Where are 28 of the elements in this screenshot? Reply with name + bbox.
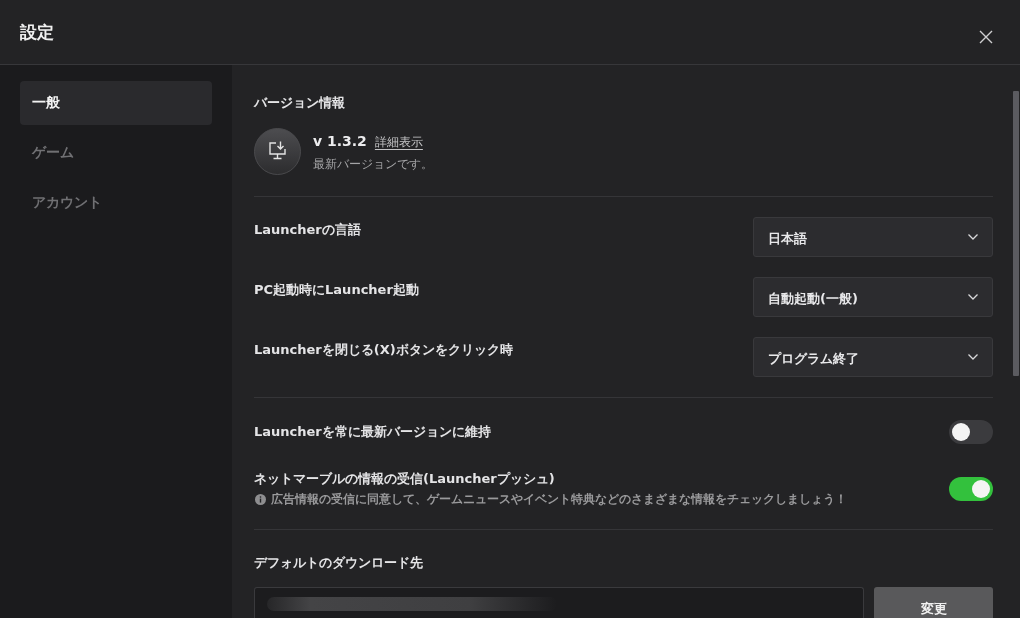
toggle-switch[interactable]	[949, 476, 993, 501]
setting-label: PC起動時にLauncher起動	[254, 281, 419, 299]
version-number: v 1.3.2	[313, 131, 367, 150]
setting-description: 広告情報の受信に同意して、ゲームニュースやイベント特典などのさまざまな情報をチェックしましょう！	[271, 491, 847, 507]
close-button[interactable]	[979, 30, 993, 44]
monitor-download-icon	[254, 128, 301, 175]
section-heading: デフォルトのダウンロード先	[254, 554, 424, 572]
chevron-down-icon	[968, 234, 978, 240]
details-link[interactable]: 詳細表示	[374, 133, 423, 150]
info-icon	[255, 493, 266, 505]
setting-label: Launcherの言語	[254, 221, 361, 239]
toggle-switch[interactable]	[949, 420, 993, 444]
chevron-down-icon	[968, 354, 978, 360]
setting-label: Launcherを常に最新バージョンに維持	[254, 423, 491, 441]
dropdown[interactable]: 自動起動(一般)	[753, 277, 993, 317]
dropdown[interactable]: プログラム終了	[753, 337, 993, 377]
version-status: 最新バージョンです。	[313, 155, 433, 172]
scrollbar-thumb[interactable]	[1013, 91, 1019, 376]
window-title: 設定	[20, 21, 54, 43]
section-heading: バージョン情報	[254, 94, 346, 112]
setting-label: Launcherを閉じる(X)ボタンをクリック時	[254, 341, 513, 359]
dropdown[interactable]: 日本語	[753, 217, 993, 257]
chevron-down-icon	[968, 294, 978, 300]
change-button[interactable]: 変更	[874, 587, 993, 618]
setting-label: ネットマーブルの情報の受信(Launcherプッシュ)	[254, 470, 556, 488]
close-icon	[979, 30, 993, 44]
sidebar-item[interactable]: 一般	[20, 81, 212, 125]
path-field[interactable]	[254, 587, 864, 618]
